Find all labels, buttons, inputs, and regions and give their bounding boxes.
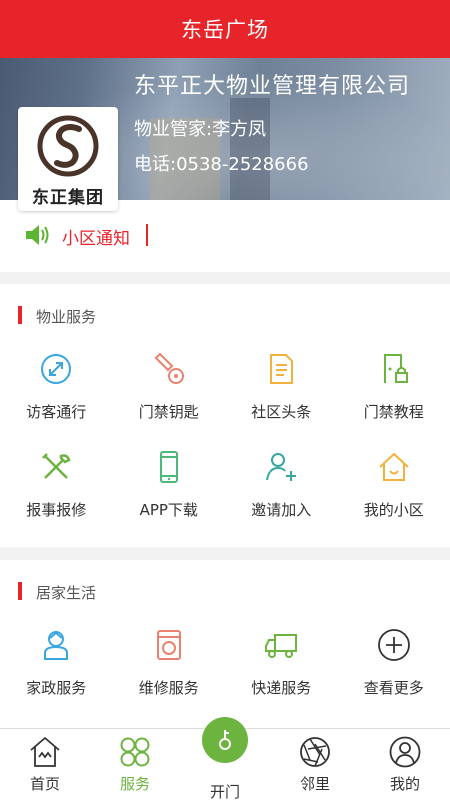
phone-icon [159, 451, 178, 483]
open-door-icon [219, 730, 231, 750]
service-housekeeping[interactable]: 家政服务 [0, 610, 113, 708]
tab-label: 开门 [209, 783, 240, 800]
service-app-download[interactable]: APP下载 [113, 432, 226, 530]
aperture-icon [300, 737, 330, 767]
open-door-button[interactable] [202, 717, 248, 763]
service-repair-report[interactable]: 报事报修 [0, 432, 113, 530]
section-header: 居家生活 [0, 560, 450, 610]
user-circle-icon [389, 736, 421, 768]
door-lock-icon [383, 354, 408, 383]
service-access-tutorial[interactable]: 门禁教程 [338, 334, 450, 432]
section-accent [18, 306, 22, 324]
property-manager: 物业管家:李方凤 [134, 119, 267, 140]
service-invite-join[interactable]: 邀请加入 [225, 432, 338, 530]
service-access-key[interactable]: 门禁钥匙 [113, 334, 226, 432]
service-label: 查看更多 [363, 679, 424, 697]
tab-mine[interactable]: 我的 [360, 729, 450, 800]
service-label: 门禁钥匙 [138, 403, 199, 421]
service-label: 报事报修 [26, 501, 87, 519]
property-services-section: 物业服务 访客通行 门禁钥匙 社区头条 门禁教程 报事报修 APP下载 邀请加入… [0, 284, 450, 547]
bottom-tab-bar: 首页 服务 开门 邻里 我的 [0, 717, 450, 800]
service-delivery[interactable]: 快递服务 [225, 610, 338, 708]
service-label: 我的小区 [363, 501, 424, 519]
home-life-grid: 家政服务 维修服务 快递服务 查看更多 [0, 610, 450, 708]
banner-building [230, 98, 270, 200]
service-community-news[interactable]: 社区头条 [225, 334, 338, 432]
housekeeper-icon [44, 631, 69, 660]
tools-icon [42, 453, 71, 479]
grid-services-icon [120, 737, 150, 767]
phone-number[interactable]: 电话:0538-2528666 [134, 150, 309, 176]
tab-label: 服务 [119, 775, 150, 793]
tab-neighbors[interactable]: 邻里 [270, 729, 360, 800]
service-label: 快递服务 [251, 679, 312, 697]
service-label: 家政服务 [26, 679, 87, 697]
section-title: 居家生活 [36, 584, 97, 602]
house-icon [30, 736, 60, 767]
tab-label: 邻里 [299, 775, 330, 793]
page-title: 东岳广场 [181, 18, 269, 42]
service-label: 门禁教程 [363, 403, 424, 421]
delivery-truck-icon [265, 634, 298, 658]
home-icon [379, 452, 409, 481]
company-logo: 东正集团 [18, 107, 118, 211]
title-bar: 东岳广场 [0, 0, 450, 58]
service-label: APP下载 [139, 501, 198, 519]
notice-label: 小区通知 [62, 229, 130, 249]
service-repair[interactable]: 维修服务 [113, 610, 226, 708]
plus-circle-icon [377, 629, 410, 661]
logo-mark-icon [37, 115, 99, 177]
speaker-icon [26, 225, 49, 245]
company-name: 东平正大物业管理有限公司 [134, 74, 411, 99]
section-accent [18, 582, 22, 600]
service-label: 访客通行 [26, 403, 87, 421]
visitor-pass-icon [41, 354, 72, 384]
notice-divider [146, 224, 148, 246]
tab-label: 我的 [389, 775, 420, 793]
document-icon [270, 354, 294, 384]
service-visitor-pass[interactable]: 访客通行 [0, 334, 113, 432]
tab-services[interactable]: 服务 [90, 729, 180, 800]
key-icon [154, 352, 184, 384]
service-label: 社区头条 [251, 403, 312, 421]
service-label: 邀请加入 [251, 501, 312, 519]
tab-home[interactable]: 首页 [0, 729, 90, 800]
service-my-community[interactable]: 我的小区 [338, 432, 450, 530]
tab-label: 首页 [29, 775, 60, 793]
service-label: 维修服务 [138, 679, 199, 697]
section-header: 物业服务 [0, 284, 450, 334]
service-view-more[interactable]: 查看更多 [338, 610, 450, 708]
property-services-grid: 访客通行 门禁钥匙 社区头条 门禁教程 报事报修 APP下载 邀请加入 我的小区 [0, 334, 450, 530]
add-user-icon [266, 453, 297, 481]
washing-machine-icon [156, 630, 181, 660]
home-life-section: 居家生活 家政服务 维修服务 快递服务 查看更多 [0, 560, 450, 728]
section-title: 物业服务 [36, 308, 97, 326]
tab-open-door[interactable]: 开门 [180, 717, 270, 800]
logo-text: 东正集团 [32, 188, 104, 208]
